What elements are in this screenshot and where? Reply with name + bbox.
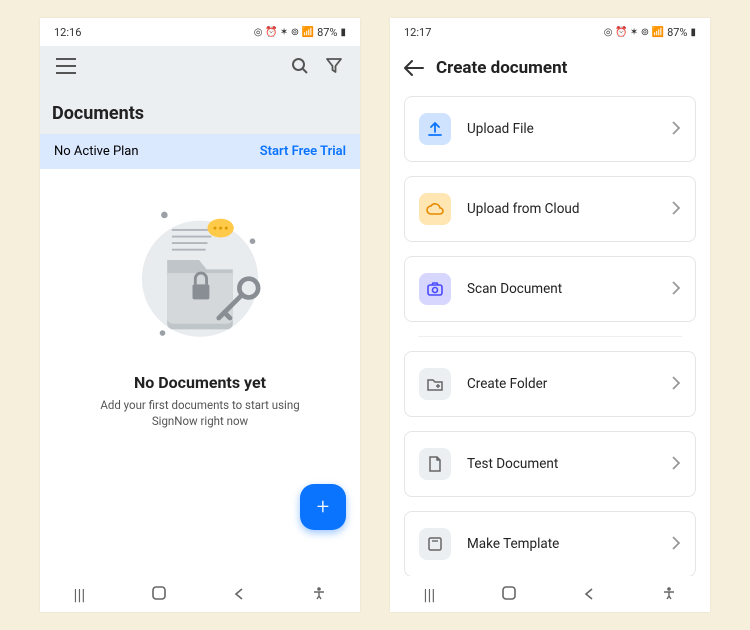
divider	[418, 336, 682, 337]
empty-title: No Documents yet	[134, 373, 266, 392]
chevron-right-icon	[671, 200, 681, 219]
option-upload-cloud[interactable]: Upload from Cloud	[404, 176, 696, 242]
system-nav: |||	[40, 576, 360, 612]
page-title: Documents	[52, 103, 348, 124]
empty-subtitle: Add your first documents to start using …	[40, 398, 360, 429]
accessibility-icon[interactable]	[312, 585, 326, 604]
recents-icon[interactable]: |||	[74, 585, 86, 604]
plan-status: No Active Plan	[54, 144, 139, 159]
status-bar: 12:16 ◎ ⏰ ✶ ⊚ 📶 87% ▮	[40, 18, 360, 46]
option-label: Create Folder	[467, 376, 655, 392]
phone-create-document: 12:17 ◎ ⏰ ✶ ⊚ 📶 87% ▮ Create document Up…	[390, 18, 710, 612]
empty-illustration	[125, 189, 275, 359]
create-title: Create document	[436, 58, 567, 78]
option-make-template[interactable]: Make Template	[404, 511, 696, 576]
chevron-right-icon	[671, 280, 681, 299]
plan-banner: No Active Plan Start Free Trial	[40, 134, 360, 169]
home-icon[interactable]	[152, 585, 166, 604]
option-scan-document[interactable]: Scan Document	[404, 256, 696, 322]
template-icon	[419, 528, 451, 560]
option-create-folder[interactable]: Create Folder	[404, 351, 696, 417]
create-header: Create document	[390, 46, 710, 96]
back-arrow-icon[interactable]	[400, 54, 428, 82]
option-label: Upload File	[467, 121, 655, 137]
status-indicators: ◎ ⏰ ✶ ⊚ 📶 87% ▮	[604, 26, 696, 39]
recents-icon[interactable]: |||	[424, 585, 436, 604]
status-indicators: ◎ ⏰ ✶ ⊚ 📶 87% ▮	[254, 26, 346, 39]
option-label: Test Document	[467, 456, 655, 472]
option-upload-file[interactable]: Upload File	[404, 96, 696, 162]
status-time: 12:16	[54, 26, 81, 39]
search-icon[interactable]	[286, 52, 314, 80]
hamburger-icon[interactable]	[52, 52, 80, 80]
document-icon	[419, 448, 451, 480]
back-icon[interactable]	[583, 585, 595, 604]
new-folder-icon	[419, 368, 451, 400]
phone-documents: 12:16 ◎ ⏰ ✶ ⊚ 📶 87% ▮ Documents No Activ…	[40, 18, 360, 612]
plus-icon: +	[317, 495, 329, 520]
status-bar: 12:17 ◎ ⏰ ✶ ⊚ 📶 87% ▮	[390, 18, 710, 46]
chevron-right-icon	[671, 375, 681, 394]
cloud-icon	[419, 193, 451, 225]
status-time: 12:17	[404, 26, 431, 39]
option-label: Make Template	[467, 536, 655, 552]
create-options: Upload File Upload from Cloud Scan Docum…	[390, 96, 710, 576]
home-icon[interactable]	[502, 585, 516, 604]
chevron-right-icon	[671, 120, 681, 139]
empty-state: No Documents yet Add your first document…	[40, 169, 360, 576]
chevron-right-icon	[671, 535, 681, 554]
chevron-right-icon	[671, 455, 681, 474]
accessibility-icon[interactable]	[662, 585, 676, 604]
back-icon[interactable]	[233, 585, 245, 604]
top-header: Documents	[40, 46, 360, 134]
option-label: Scan Document	[467, 281, 655, 297]
option-label: Upload from Cloud	[467, 201, 655, 217]
filter-icon[interactable]	[320, 52, 348, 80]
add-button[interactable]: +	[300, 484, 346, 530]
camera-icon	[419, 273, 451, 305]
system-nav: |||	[390, 576, 710, 612]
start-trial-link[interactable]: Start Free Trial	[260, 144, 346, 159]
option-test-document[interactable]: Test Document	[404, 431, 696, 497]
upload-icon	[419, 113, 451, 145]
